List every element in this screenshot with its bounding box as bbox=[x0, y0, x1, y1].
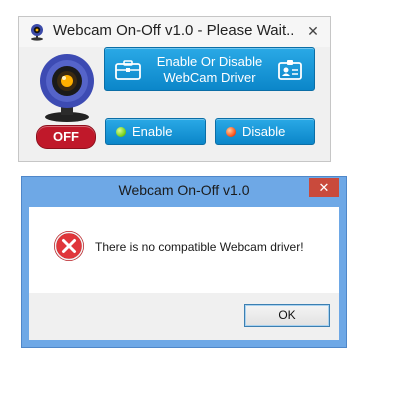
error-dialog: Webcam On-Off v1.0 ✕ There is no compati… bbox=[21, 176, 347, 348]
window-title: Webcam On-Off v1.0 - Please Wait... bbox=[53, 22, 293, 39]
disable-button-label: Disable bbox=[242, 124, 286, 139]
driver-button-label-line2: WebCam Driver bbox=[163, 70, 256, 85]
webcam-icon bbox=[31, 24, 43, 41]
id-card-icon bbox=[278, 60, 302, 80]
red-dot-icon bbox=[226, 127, 236, 137]
status-badge: OFF bbox=[36, 125, 96, 149]
error-icon bbox=[54, 231, 84, 261]
main-window: Webcam On-Off v1.0 - Please Wait... ✕ OF… bbox=[18, 16, 331, 162]
error-message: There is no compatible Webcam driver! bbox=[95, 240, 304, 254]
ok-button[interactable]: OK bbox=[244, 304, 330, 327]
green-dot-icon bbox=[116, 127, 126, 137]
enable-button-label: Enable bbox=[132, 124, 173, 139]
disable-button[interactable]: Disable bbox=[215, 118, 315, 145]
close-button[interactable]: ✕ bbox=[302, 21, 324, 41]
webcam-icon bbox=[40, 54, 94, 122]
dialog-close-button[interactable]: ✕ bbox=[309, 178, 339, 197]
dialog-title: Webcam On-Off v1.0 bbox=[118, 182, 250, 198]
title-bar: Webcam On-Off v1.0 - Please Wait... ✕ bbox=[19, 17, 330, 47]
toolbox-icon bbox=[115, 60, 141, 80]
toggle-driver-button[interactable]: Enable Or Disable WebCam Driver bbox=[104, 47, 315, 91]
message-area: There is no compatible Webcam driver! bbox=[29, 207, 339, 293]
dialog-client-area: There is no compatible Webcam driver! OK bbox=[29, 207, 339, 340]
driver-button-label-line1: Enable Or Disable bbox=[156, 54, 263, 69]
enable-button[interactable]: Enable bbox=[105, 118, 206, 145]
